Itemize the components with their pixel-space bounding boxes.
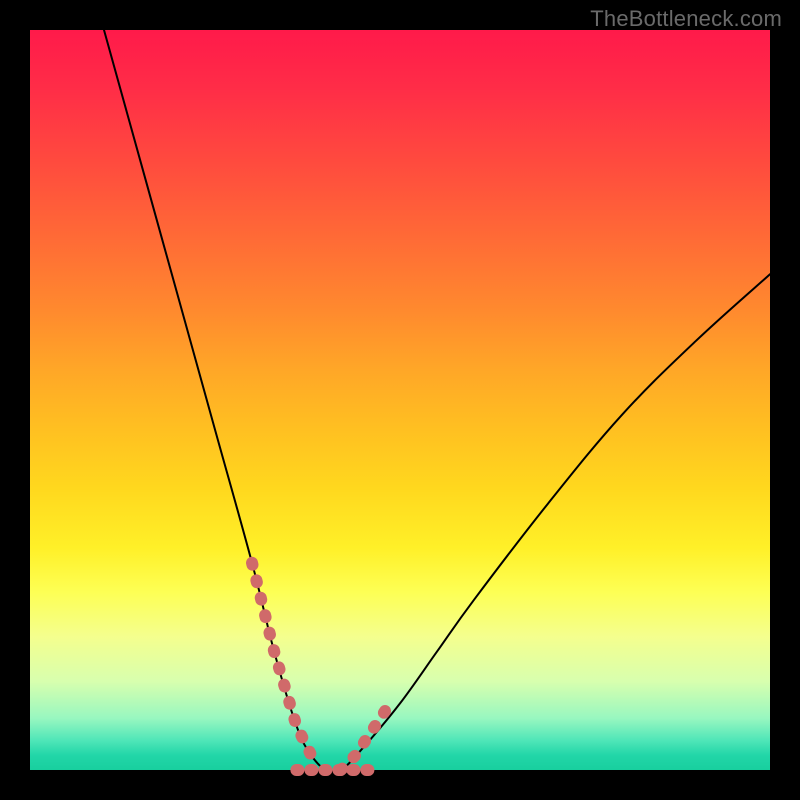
chart-svg xyxy=(30,30,770,770)
marker-segment-left xyxy=(252,563,311,755)
watermark-text: TheBottleneck.com xyxy=(590,6,782,32)
bottleneck-curve-line xyxy=(104,30,770,773)
marker-segment-right xyxy=(341,711,385,770)
